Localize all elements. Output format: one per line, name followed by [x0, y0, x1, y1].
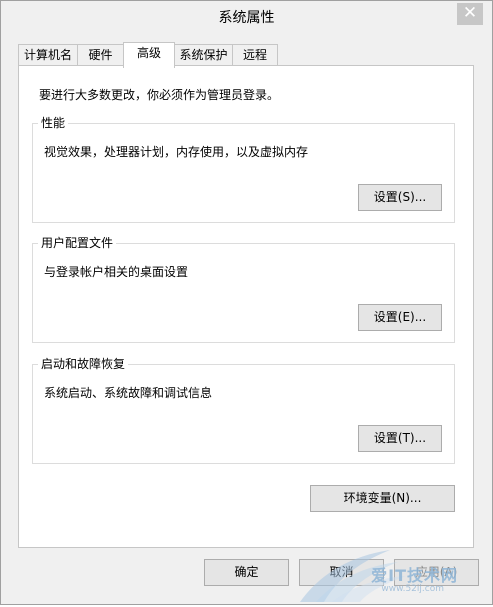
- admin-notice: 要进行大多数更改，你必须作为管理员登录。: [39, 88, 280, 102]
- cancel-button[interactable]: 取消: [299, 559, 384, 586]
- performance-title: 性能: [38, 115, 69, 131]
- startup-recovery-group: 启动和故障恢复 系统启动、系统故障和调试信息 设置(T)...: [32, 356, 455, 464]
- startup-recovery-title: 启动和故障恢复: [38, 356, 129, 372]
- advanced-tab-panel: 要进行大多数更改，你必须作为管理员登录。 性能 视觉效果，处理器计划，内存使用，…: [18, 65, 474, 548]
- tab-advanced[interactable]: 高级: [123, 42, 175, 68]
- startup-recovery-settings-button[interactable]: 设置(T)...: [358, 425, 442, 452]
- tab-hardware[interactable]: 硬件: [77, 44, 124, 66]
- window-title: 系统属性: [218, 10, 275, 26]
- close-button[interactable]: ✕: [457, 3, 483, 25]
- apply-button[interactable]: 应用(A): [394, 559, 479, 586]
- title-bar[interactable]: 系统属性 ✕: [1, 1, 492, 33]
- close-icon: ✕: [462, 3, 478, 23]
- tab-system-protection[interactable]: 系统保护: [174, 44, 233, 66]
- performance-settings-button[interactable]: 设置(S)...: [358, 184, 442, 211]
- tab-remote[interactable]: 远程: [232, 44, 278, 66]
- tab-computer-name[interactable]: 计算机名: [18, 44, 78, 66]
- environment-variables-button[interactable]: 环境变量(N)...: [310, 485, 455, 512]
- ok-button[interactable]: 确定: [204, 559, 289, 586]
- performance-description: 视觉效果，处理器计划，内存使用，以及虚拟内存: [44, 145, 309, 159]
- performance-group: 性能 视觉效果，处理器计划，内存使用，以及虚拟内存 设置(S)...: [32, 115, 455, 223]
- user-profiles-description: 与登录帐户相关的桌面设置: [44, 265, 189, 279]
- user-profiles-settings-button[interactable]: 设置(E)...: [358, 304, 442, 331]
- startup-recovery-description: 系统启动、系统故障和调试信息: [44, 386, 213, 400]
- system-properties-window: 系统属性 ✕ 计算机名 硬件 高级 系统保护 远程 要进行大多数更改，你必须作为…: [0, 0, 493, 605]
- user-profiles-title: 用户配置文件: [38, 235, 117, 251]
- user-profiles-group: 用户配置文件 与登录帐户相关的桌面设置 设置(E)...: [32, 235, 455, 343]
